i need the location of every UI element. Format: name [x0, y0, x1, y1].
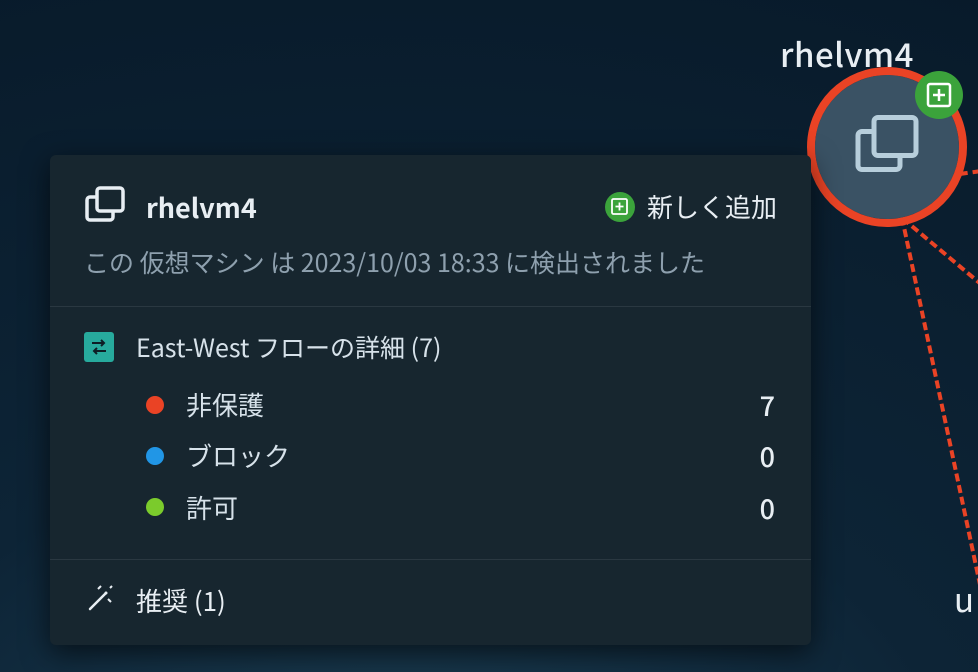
- vm-icon: [84, 185, 126, 228]
- flow-label: ブロック: [186, 431, 738, 480]
- magic-wand-icon: [84, 585, 114, 615]
- status-dot-icon: [146, 396, 164, 414]
- plus-circle-icon: [605, 192, 635, 222]
- flow-section: East-West フローの詳細 (7) 非保護 7 ブロック 0 許可 0: [50, 307, 811, 559]
- card-header: rhelvm4 新しく追加 この 仮想マシン は 2023/10/03 18:3…: [50, 155, 811, 306]
- node-label-partial: u: [954, 574, 974, 622]
- flow-label: 許可: [186, 483, 738, 532]
- flow-count: 0: [760, 430, 775, 481]
- status-dot-icon: [146, 447, 164, 465]
- flow-section-header[interactable]: East-West フローの詳細 (7): [84, 329, 777, 365]
- flow-section-title: East-West フローの詳細 (7): [136, 329, 441, 365]
- recommendation-section[interactable]: 推奨 (1): [50, 560, 811, 645]
- plus-box-icon: [926, 82, 952, 108]
- vm-icon: [853, 114, 921, 181]
- card-title: rhelvm4: [146, 187, 585, 226]
- recommendation-label: 推奨 (1): [136, 582, 226, 619]
- flow-icon: [84, 332, 114, 362]
- node-details-card: rhelvm4 新しく追加 この 仮想マシン は 2023/10/03 18:3…: [50, 155, 811, 645]
- flow-count: 0: [760, 482, 775, 533]
- status-dot-icon: [146, 498, 164, 516]
- flow-count: 7: [760, 379, 775, 430]
- card-subtitle: この 仮想マシン は 2023/10/03 18:33 に検出されました: [84, 244, 777, 280]
- status-label: 新しく追加: [647, 188, 777, 225]
- flow-row-unprotected[interactable]: 非保護 7: [146, 379, 775, 430]
- flow-label: 非保護: [186, 380, 738, 429]
- status-badge: 新しく追加: [605, 188, 777, 225]
- new-badge: [915, 71, 963, 119]
- topology-node-rhelvm4[interactable]: [815, 75, 959, 219]
- flow-row-allowed[interactable]: 許可 0: [146, 482, 775, 533]
- flow-row-blocked[interactable]: ブロック 0: [146, 430, 775, 481]
